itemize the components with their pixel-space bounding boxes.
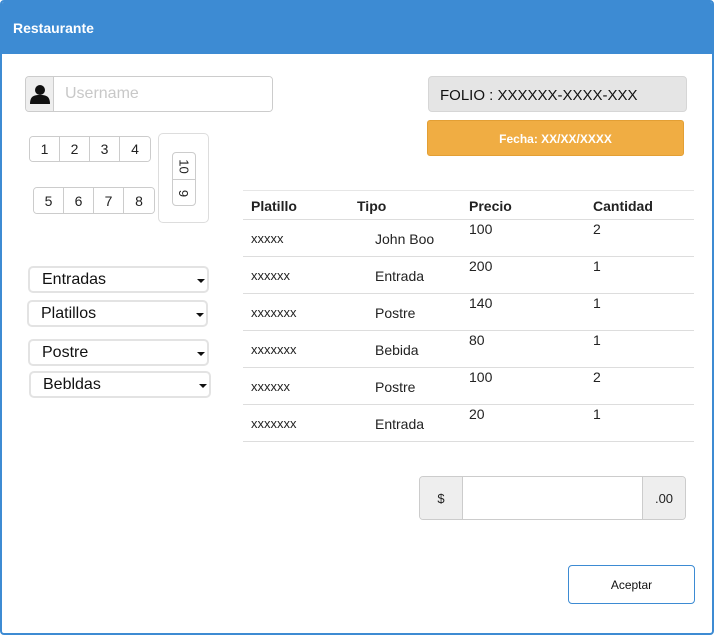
table-row[interactable]: xxxxx John Boo 100 2 — [243, 220, 694, 257]
cell-platillo: xxxxxx — [251, 379, 290, 394]
decimal-suffix: .00 — [642, 477, 685, 519]
vertical-pager-group: 10 9 — [172, 152, 196, 206]
cell-cantidad: 2 — [593, 369, 601, 385]
page-button-2[interactable]: 2 — [60, 137, 90, 161]
username-group — [25, 76, 273, 112]
pager-group-1: 1 2 3 4 — [29, 136, 151, 162]
accept-button[interactable]: Aceptar — [568, 565, 695, 604]
page-button-1[interactable]: 1 — [30, 137, 60, 161]
select-bebidas-label: Bebldas — [43, 376, 101, 393]
app-window: Restaurante 1 2 3 4 5 6 7 8 10 9 Entrada… — [0, 0, 714, 635]
cell-cantidad: 2 — [593, 221, 601, 237]
header-tipo: Tipo — [357, 198, 387, 214]
pager-group-2: 5 6 7 8 — [33, 187, 155, 214]
page-button-6[interactable]: 6 — [64, 188, 94, 213]
window-title: Restaurante — [13, 20, 94, 36]
select-entradas[interactable]: Entradas — [28, 266, 209, 293]
header-platillo: Platillo — [251, 198, 297, 214]
table-row[interactable]: xxxxxx Entrada 200 1 — [243, 257, 694, 294]
cell-tipo: Entrada — [375, 416, 425, 432]
cell-precio: 100 — [469, 369, 493, 385]
header-cantidad: Cantidad — [593, 198, 653, 214]
user-addon — [26, 77, 54, 111]
cell-platillo: xxxxxxx — [251, 416, 297, 431]
select-entradas-label: Entradas — [42, 271, 107, 288]
cell-precio: 200 — [469, 258, 493, 274]
caret-down-icon — [197, 279, 205, 283]
cell-cantidad: 1 — [593, 332, 601, 348]
cell-platillo: xxxxxxx — [251, 342, 297, 357]
cell-tipo: Postre — [375, 379, 416, 395]
cell-precio: 100 — [469, 221, 493, 237]
cell-tipo: John Boo — [375, 231, 435, 247]
page-button-4[interactable]: 4 — [120, 137, 150, 161]
folio-field: FOLIO : XXXXXX-XXXX-XXX — [428, 76, 687, 112]
cell-tipo: Bebida — [375, 342, 419, 358]
order-table: Platillo Tipo Precio Cantidad xxxxx John… — [243, 190, 694, 442]
cell-cantidad: 1 — [593, 258, 601, 274]
select-postre-label: Postre — [42, 344, 89, 361]
cell-tipo: Postre — [375, 305, 416, 321]
select-platillos[interactable]: Platillos — [27, 300, 208, 327]
total-input[interactable] — [463, 477, 642, 519]
cell-precio: 140 — [469, 295, 493, 311]
table-header: Platillo Tipo Precio Cantidad — [243, 190, 694, 220]
table-row[interactable]: xxxxxx Postre 100 2 — [243, 368, 694, 405]
caret-down-icon — [199, 384, 207, 388]
page-button-3[interactable]: 3 — [90, 137, 120, 161]
cell-platillo: xxxxxx — [251, 268, 290, 283]
cell-platillo: xxxxxxx — [251, 305, 297, 320]
title-bar: Restaurante — [2, 2, 712, 54]
table-row[interactable]: xxxxxxx Entrada 20 1 — [243, 405, 694, 442]
table-row[interactable]: xxxxxxx Bebida 80 1 — [243, 331, 694, 368]
header-precio: Precio — [469, 198, 512, 214]
page-button-8[interactable]: 8 — [124, 188, 154, 213]
cell-platillo: xxxxx — [251, 231, 284, 246]
select-postre[interactable]: Postre — [28, 339, 209, 366]
cell-precio: 80 — [469, 332, 485, 348]
total-input-group: $ .00 — [419, 476, 686, 520]
select-bebidas[interactable]: Bebldas — [29, 371, 211, 398]
fecha-button[interactable]: Fecha: XX/XX/XXXX — [427, 120, 684, 156]
caret-down-icon — [197, 352, 205, 356]
username-input[interactable] — [54, 77, 272, 111]
currency-prefix: $ — [420, 477, 463, 519]
cell-tipo: Entrada — [375, 268, 425, 284]
page-button-5[interactable]: 5 — [34, 188, 64, 213]
select-platillos-label: Platillos — [41, 305, 97, 322]
page-button-9[interactable]: 9 — [173, 180, 195, 205]
page-button-10[interactable]: 10 — [173, 153, 195, 180]
cell-precio: 20 — [469, 406, 485, 422]
caret-down-icon — [196, 313, 204, 317]
cell-cantidad: 1 — [593, 406, 601, 422]
cell-cantidad: 1 — [593, 295, 601, 311]
vertical-pager-panel: 10 9 — [158, 133, 209, 223]
user-icon — [29, 85, 50, 104]
table-row[interactable]: xxxxxxx Postre 140 1 — [243, 294, 694, 331]
page-button-7[interactable]: 7 — [94, 188, 124, 213]
